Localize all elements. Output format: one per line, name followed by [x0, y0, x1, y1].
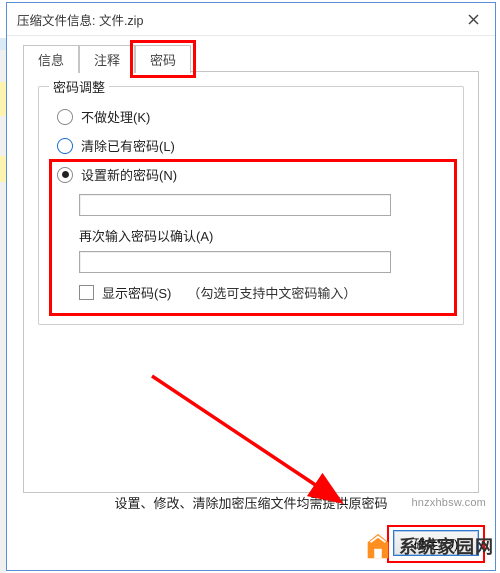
radio-label-clear: 清除已有密码(L) — [81, 136, 175, 155]
tab-password[interactable]: 密码 — [135, 45, 191, 73]
group-password-adjust: 密码调整 不做处理(K) 清除已有密码(L) 设置新的密码(N) 再次输入密码以… — [38, 86, 464, 325]
tab-comment[interactable]: 注释 — [79, 45, 135, 73]
brand-logo-icon — [363, 531, 393, 561]
radio-icon — [57, 167, 73, 183]
checkbox-icon — [79, 285, 94, 300]
group-legend: 密码调整 — [49, 77, 109, 96]
radio-label-set: 设置新的密码(N) — [81, 165, 177, 184]
radio-icon — [57, 138, 73, 154]
confirm-password-input[interactable] — [79, 251, 391, 273]
tab-strip: 信息 注释 密码 — [23, 44, 479, 72]
radio-row-set-new[interactable]: 设置新的密码(N) — [57, 165, 445, 184]
client-area: 信息 注释 密码 密码调整 不做处理(K) 清除已有密码(L) 设置新的密码(N… — [7, 36, 495, 570]
brand-text: 系统家园网 — [399, 533, 494, 559]
show-password-row[interactable]: 显示密码(S) （勾选可支持中文密码输入） — [79, 283, 445, 302]
confirm-label: 再次输入密码以确认(A) — [79, 226, 445, 245]
dialog-window: 压缩文件信息: 文件.zip 信息 注释 密码 密码调整 不做处理(K) — [6, 2, 496, 571]
new-password-input[interactable] — [79, 194, 391, 216]
tab-info[interactable]: 信息 — [23, 45, 79, 73]
radio-label-none: 不做处理(K) — [81, 107, 150, 126]
radio-row-none[interactable]: 不做处理(K) — [57, 107, 445, 126]
title-bar: 压缩文件信息: 文件.zip — [7, 3, 495, 36]
set-password-area: 再次输入密码以确认(A) 显示密码(S) （勾选可支持中文密码输入） — [79, 194, 445, 302]
watermark-text: hnzxhbsw.com — [411, 497, 486, 509]
radio-row-clear[interactable]: 清除已有密码(L) — [57, 136, 445, 155]
show-password-label: 显示密码(S) — [102, 283, 171, 302]
close-icon — [468, 14, 479, 25]
show-password-note: （勾选可支持中文密码输入） — [187, 283, 356, 302]
close-button[interactable] — [451, 3, 495, 35]
radio-icon — [57, 109, 73, 125]
brand-badge: 系统家园网 — [363, 531, 494, 561]
tab-page-password: 密码调整 不做处理(K) 清除已有密码(L) 设置新的密码(N) 再次输入密码以… — [23, 71, 479, 493]
window-title: 压缩文件信息: 文件.zip — [17, 10, 451, 29]
